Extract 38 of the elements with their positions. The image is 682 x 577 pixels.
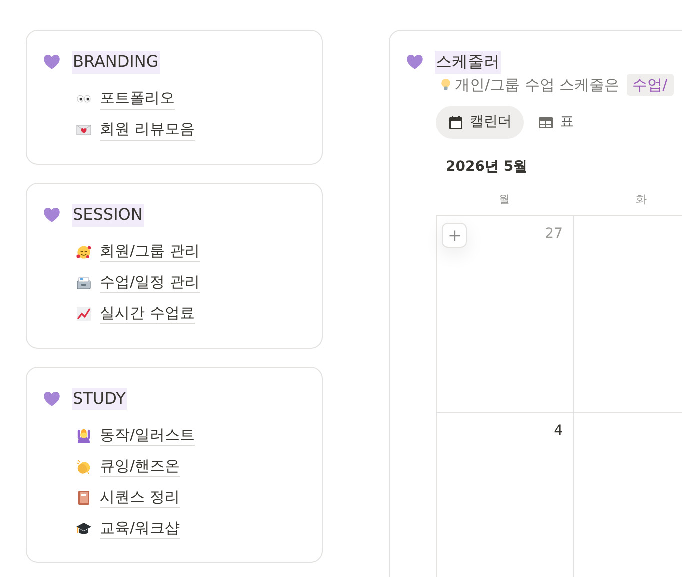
section-title: SESSION [72,204,144,227]
page-link[interactable]: 시퀀스 정리 [100,488,180,508]
page-link[interactable]: 수업/일정 관리 [100,272,200,294]
heart-icon [43,206,61,224]
heart-icon [406,53,424,72]
section-title: STUDY [72,388,127,410]
tip-text: 개인/그룹 수업 스케줄은 [455,74,620,96]
add-button[interactable] [442,223,467,248]
envelope-heart-icon [76,122,92,138]
book-icon [76,490,92,506]
file-box-icon [76,275,92,292]
graduation-cap-icon [76,520,92,537]
view-tab[interactable]: 캘린더 [436,106,524,140]
view-tab[interactable]: 표 [532,106,580,140]
page-link[interactable]: 동작/일러스트 [100,426,196,446]
page-link[interactable]: 포트폴리오 [100,89,175,110]
weekday-header: 화 [635,192,648,208]
smiling-face-hearts-icon [76,244,92,260]
page-mention[interactable]: 수업/ [626,74,674,96]
table-icon [538,114,554,131]
page-link[interactable]: 교육/워크샵 [100,518,180,540]
person-hands-up-icon [76,428,92,444]
section-title: BRANDING [72,51,160,74]
heart-icon [43,53,61,72]
day-number: 27 [545,225,563,244]
page-link[interactable]: 실시간 수업료 [100,304,195,324]
scheduler-title: 스케줄러 [435,51,501,74]
lightbulb-icon [439,77,453,94]
page-link[interactable]: 회원/그룹 관리 [100,242,200,262]
plus-icon [448,228,462,243]
month-label: 2026년 5월 [446,158,529,178]
weekday-header: 월 [498,192,511,208]
day-number: 4 [554,422,563,442]
heart-icon [43,390,61,408]
calendar-icon [448,114,464,131]
page-link[interactable]: 큐잉/핸즈온 [100,456,180,478]
page-link[interactable]: 회원 리뷰모음 [100,120,195,141]
chart-up-icon [76,306,92,322]
